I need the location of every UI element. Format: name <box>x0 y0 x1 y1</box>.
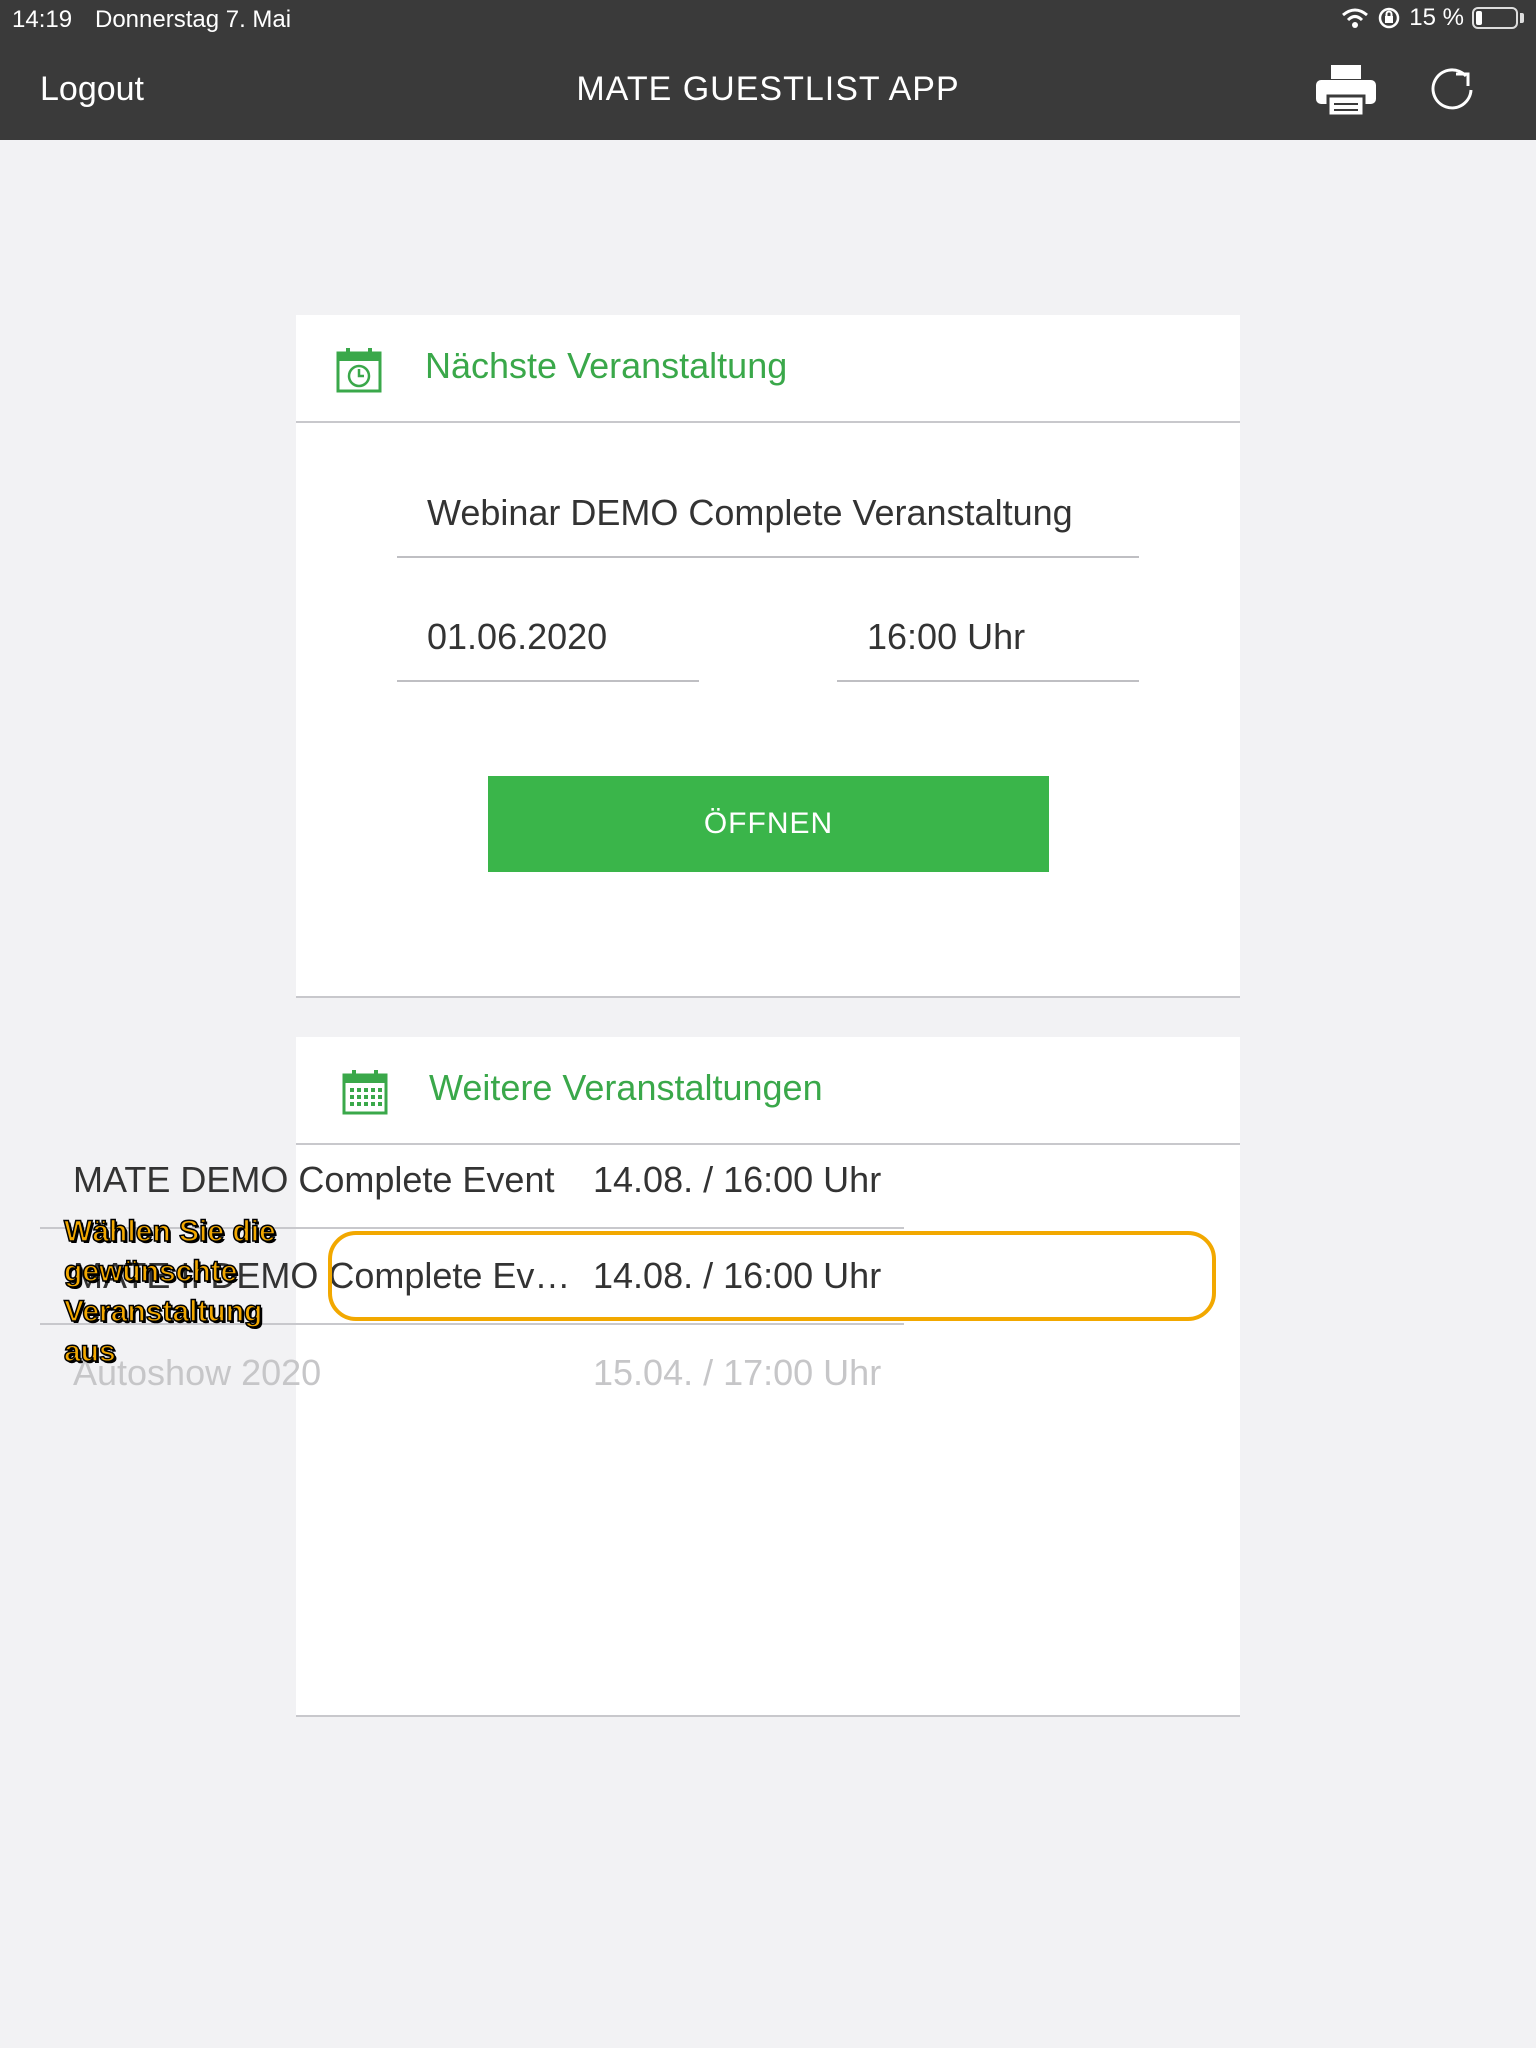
calendar-icon <box>342 1070 388 1115</box>
annotation-line: Wählen Sie die <box>63 1214 276 1249</box>
event-list-item-when: 14.08. / 16:00 Uhr <box>593 1159 882 1200</box>
battery-percentage: 15 % <box>1409 4 1464 31</box>
rotation-lock-icon <box>1379 7 1400 29</box>
event-name-field: Webinar DEMO Complete Veranstaltung <box>397 475 1139 558</box>
more-events-header: Weitere Veranstaltungen <box>296 1037 1240 1145</box>
event-date-field: 01.06.2020 <box>397 599 699 682</box>
battery-tip <box>1520 13 1524 23</box>
refresh-icon[interactable] <box>1426 64 1478 116</box>
calendar-clock-icon <box>336 348 382 393</box>
event-time-field: 16:00 Uhr <box>837 599 1139 682</box>
wifi-icon <box>1342 8 1369 28</box>
app-title: MATE GUESTLIST APP <box>576 70 960 108</box>
battery-icon <box>1472 7 1518 29</box>
annotation-callout: Wählen Sie die gewünschte Veranstaltung … <box>63 1212 314 1372</box>
more-events-title: Weitere Veranstaltungen <box>429 1067 823 1108</box>
event-list-item-name: MATE DEMO Complete Event <box>73 1159 555 1200</box>
top-bar: 14:19 Donnerstag 7. Mai 15 % Logout MATE… <box>0 0 1536 140</box>
annotation-line: Veranstaltung <box>63 1294 263 1329</box>
status-date: Donnerstag 7. Mai <box>95 6 292 33</box>
next-event-header: Nächste Veranstaltung <box>296 315 1240 423</box>
next-event-title: Nächste Veranstaltung <box>425 345 788 386</box>
next-event-card: Nächste Veranstaltung Webinar DEMO Compl… <box>296 315 1240 998</box>
event-list-item-when: 15.04. / 17:00 Uhr <box>593 1352 882 1393</box>
status-time: 14:19 <box>12 6 73 33</box>
printer-icon[interactable] <box>1314 62 1378 118</box>
status-indicators: 15 % <box>1341 4 1524 32</box>
open-button[interactable]: ÖFFNEN <box>488 776 1049 872</box>
annotation-line: gewünschte <box>63 1254 238 1289</box>
annotation-line: aus <box>63 1334 116 1369</box>
event-list-item-when: 14.08. / 16:00 Uhr <box>593 1255 882 1296</box>
